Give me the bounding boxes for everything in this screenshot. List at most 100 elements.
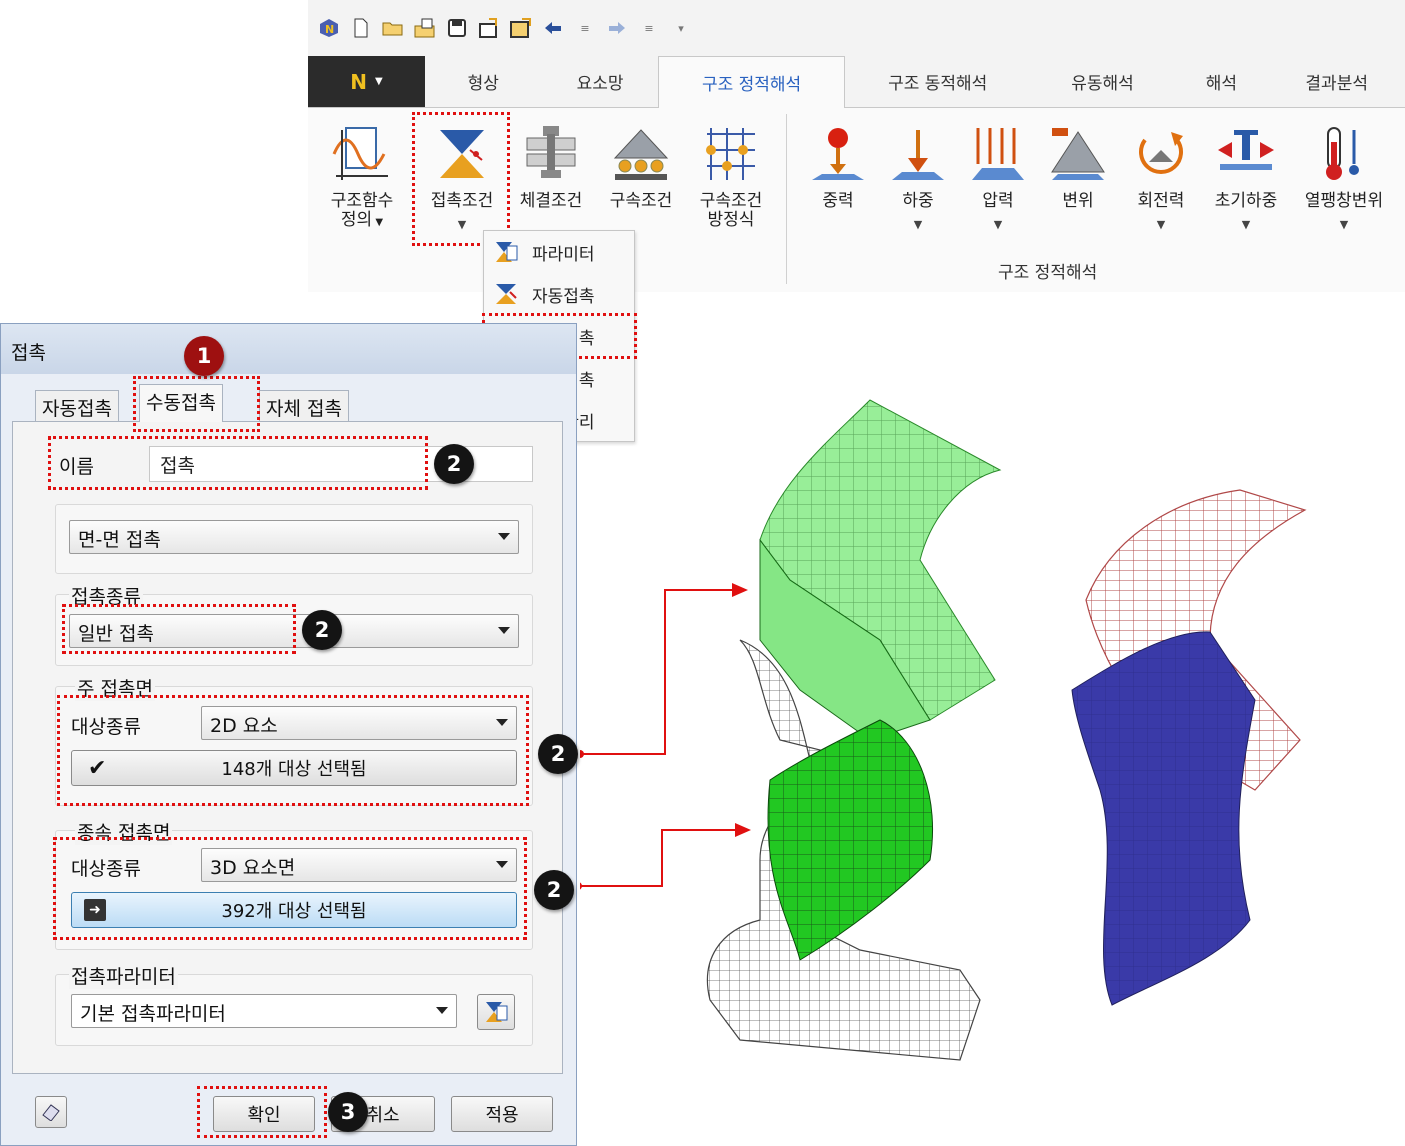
fastening-icon (526, 126, 576, 178)
dialog-title: 접촉 (11, 342, 46, 364)
tab-analysis[interactable]: 해석 (1174, 56, 1268, 107)
eraser-icon (42, 1104, 60, 1121)
initial-load-label: 초기하중 (1214, 191, 1278, 211)
rotational-force-button[interactable]: 회전력 ▼ (1126, 124, 1196, 234)
tab-mesh[interactable]: 요소망 (542, 56, 659, 107)
tab-manual-contact[interactable]: 수동접촉 (139, 384, 223, 422)
chevron-down-icon (498, 627, 510, 634)
menu-item-parameter[interactable]: 파라미터 (484, 231, 634, 273)
slave-surface-highlight (53, 837, 527, 940)
undo-list-icon[interactable]: ≡ (574, 17, 596, 39)
fastening-button[interactable]: 체결조건 (508, 124, 594, 211)
quick-access-toolbar: N ≡ ≡ ▾ (308, 0, 1405, 56)
step-1-badge: 1 (184, 336, 224, 376)
fastening-label: 체결조건 (519, 191, 583, 211)
contact-mode-select[interactable]: 면-면 접촉 (69, 520, 519, 554)
step-2-badge-type: 2 (302, 610, 342, 650)
export-icon[interactable] (478, 17, 500, 39)
gravity-icon (812, 128, 864, 180)
auto-contact-icon (496, 284, 517, 304)
function-define-label-2: 정의 (340, 210, 373, 230)
tab-structural-static[interactable]: 구조 정적해석 (658, 56, 845, 108)
function-define-button[interactable]: 구조함수 정의 ▼ (326, 124, 398, 232)
ok-highlight (197, 1086, 327, 1138)
constraint-equation-label-2: 방정식 (707, 210, 755, 230)
chevron-down-icon: ▼ (993, 218, 1003, 231)
tab-auto-contact[interactable]: 자동접촉 (35, 390, 119, 422)
save-icon[interactable] (446, 17, 468, 39)
step-2-badge-master: 2 (538, 734, 578, 774)
chevron-down-icon: ▼ (1339, 218, 1349, 231)
tab-flow-analysis[interactable]: 유동해석 (1031, 56, 1175, 107)
ribbon-tab-bar: N ▼ 형상 요소망 구조 정적해석 구조 동적해석 유동해석 해석 결과분석 (308, 56, 1405, 108)
tab-structural-dynamic[interactable]: 구조 동적해석 (845, 56, 1031, 107)
displacement-label: 변위 (1062, 191, 1094, 211)
green-slave-surface (767, 719, 934, 961)
tab-results[interactable]: 결과분석 (1268, 56, 1405, 107)
connector-arrow-master (580, 583, 748, 758)
thermal-expansion-icon (1326, 127, 1359, 180)
new-file-icon[interactable] (350, 17, 372, 39)
chevron-down-icon (498, 533, 510, 540)
tab-geometry[interactable]: 형상 (425, 56, 542, 107)
gravity-button[interactable]: 중력 (806, 124, 870, 211)
rotational-force-label: 회전력 (1137, 191, 1185, 211)
redo-icon[interactable] (606, 17, 628, 39)
pressure-label: 압력 (982, 191, 1014, 211)
contact-param-legend: 접촉파라미터 (69, 962, 178, 989)
step-2-badge-name: 2 (434, 444, 474, 484)
displacement-icon (1051, 128, 1105, 180)
constraint-button[interactable]: 구속조건 (598, 124, 684, 211)
parameter-icon (496, 242, 518, 262)
contact-type-highlight (62, 604, 296, 654)
load-button[interactable]: 하중 ▼ (886, 124, 950, 234)
redo-list-icon[interactable]: ≡ (638, 17, 660, 39)
constraint-equation-button[interactable]: 구속조건 방정식 (688, 124, 774, 230)
thermal-expansion-button[interactable]: 열팽창변위 ▼ (1292, 124, 1396, 234)
menu-item-label: 파라미터 (532, 244, 595, 265)
chevron-down-icon: ▼ (1156, 218, 1166, 231)
thermal-expansion-label: 열팽창변위 (1304, 191, 1384, 211)
initial-load-icon (1218, 130, 1274, 170)
rotational-force-icon (1139, 132, 1183, 174)
blue-surface (1071, 631, 1256, 1006)
contact-param-value: 기본 접촉파라미터 (80, 1003, 226, 1025)
constraint-icon (613, 129, 669, 180)
name-highlight (48, 436, 428, 490)
menu-item-auto-contact[interactable]: 자동접촉 (484, 273, 634, 315)
app-logo-icon[interactable]: N (318, 17, 340, 39)
contact-condition-highlight (412, 112, 510, 246)
constraint-label: 구속조건 (609, 191, 673, 211)
master-surface-highlight (57, 695, 529, 806)
tab-self-contact[interactable]: 자체 접촉 (259, 390, 349, 422)
load-label: 하중 (902, 191, 934, 211)
initial-load-button[interactable]: 초기하중 ▼ (1204, 124, 1288, 234)
customize-toolbar-icon[interactable]: ▾ (670, 17, 692, 39)
green-master-surface (759, 399, 1002, 741)
file-menu-tab[interactable]: N ▼ (308, 56, 425, 107)
app-menu-logo-icon: N (350, 69, 367, 94)
group-label: 구조 정적해석 (998, 263, 1098, 283)
load-icon (892, 130, 944, 180)
chevron-down-icon: ▼ (1241, 218, 1251, 231)
function-graph-icon (332, 127, 388, 180)
pressure-button[interactable]: 압력 ▼ (966, 124, 1030, 234)
constraint-equation-icon (706, 128, 755, 180)
undo-icon[interactable] (542, 17, 564, 39)
contact-param-select[interactable]: 기본 접촉파라미터 (71, 994, 457, 1028)
parameter-icon (486, 1002, 508, 1022)
import-icon[interactable] (414, 17, 436, 39)
eraser-button[interactable] (35, 1096, 67, 1128)
displacement-button[interactable]: 변위 (1046, 124, 1110, 211)
open-folder-icon[interactable] (382, 17, 404, 39)
contact-mode-value: 면-면 접촉 (78, 529, 161, 551)
chevron-down-icon: ▼ (913, 218, 923, 231)
svg-text:N: N (325, 23, 334, 36)
contact-param-edit-button[interactable] (477, 994, 515, 1030)
ribbon: N ≡ ≡ ▾ N ▼ 형상 요소망 구조 정적해석 구조 동적해석 유동해석 해… (308, 0, 1405, 292)
apply-button[interactable]: 적용 (451, 1096, 553, 1132)
dialog-titlebar (1, 324, 576, 374)
export-all-icon[interactable] (510, 17, 532, 39)
connector-arrow-slave (580, 823, 751, 890)
chevron-down-icon (436, 1007, 448, 1014)
